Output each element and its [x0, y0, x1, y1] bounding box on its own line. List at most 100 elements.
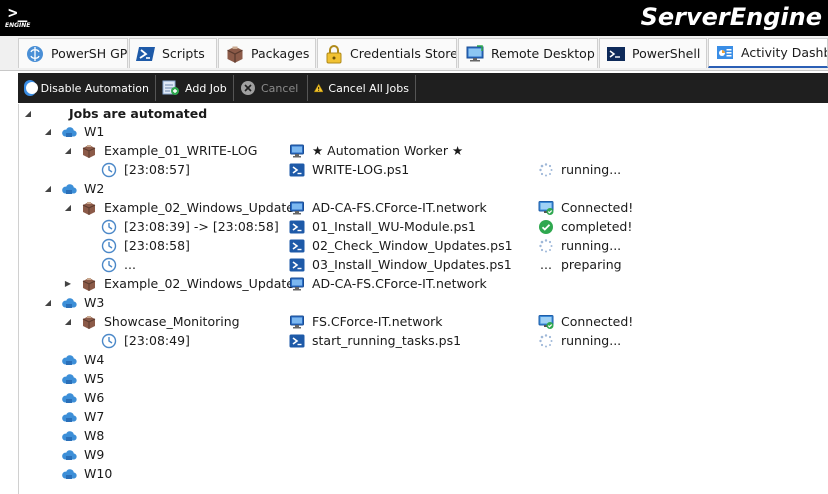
expand-arrow-icon[interactable]: ◢	[43, 122, 53, 141]
job-target: AD-CA-FS.CForce-IT.network	[312, 200, 487, 215]
tab-packages[interactable]: Packages	[218, 38, 316, 68]
disable-automation-toggle[interactable]: Disable Automation	[18, 75, 156, 101]
task-time: [23:08:39] -> [23:08:58]	[124, 219, 279, 234]
worker-row-w9[interactable]: W9	[19, 445, 828, 464]
powershell-prompt-icon: >_	[8, 3, 28, 22]
expand-arrow-icon[interactable]: ◢	[63, 141, 73, 160]
clock-icon	[101, 257, 117, 273]
worker-row-w1[interactable]: ◢ W1	[19, 122, 828, 141]
job-row[interactable]: ◢ Example_01_WRITE-LOG ★ Automation Work…	[19, 141, 828, 160]
cancel-button[interactable]: Cancel	[234, 75, 308, 101]
expand-arrow-icon[interactable]: ◢	[63, 198, 73, 217]
job-row[interactable]: ◢ Example_02_Windows_Updates AD-CA-FS.CF…	[19, 198, 828, 217]
job-name: Example_02_Windows_Updates	[104, 276, 301, 291]
task-status: running...	[561, 238, 622, 253]
tab-label: Scripts	[162, 46, 205, 61]
add-job-button[interactable]: Add Job	[156, 75, 234, 101]
tab-activity-dashboard[interactable]: Activity Dashbo	[708, 38, 828, 68]
task-row[interactable]: ... 03_Install_Window_Updates.ps1 ... pr…	[19, 255, 828, 274]
worker-row-w5[interactable]: W5	[19, 369, 828, 388]
tab-label: Packages	[251, 46, 310, 61]
task-time: ...	[124, 257, 136, 272]
powershell-script-icon	[289, 219, 305, 235]
worker-label: W7	[84, 409, 105, 424]
worker-label: W5	[84, 371, 105, 386]
expand-arrow-icon[interactable]: ◢	[43, 293, 53, 312]
task-time: [23:08:49]	[124, 333, 190, 348]
clock-icon	[101, 333, 117, 349]
job-row[interactable]: ▶ Example_02_Windows_Updates AD-CA-FS.CF…	[19, 274, 828, 293]
brain-icon	[27, 45, 43, 62]
powershell-script-icon	[289, 238, 305, 254]
expand-arrow-icon[interactable]: ◢	[23, 104, 33, 123]
add-job-icon	[162, 80, 179, 95]
job-row[interactable]: ◢ Showcase_Monitoring FS.CForce-IT.netwo…	[19, 312, 828, 331]
worker-label: W9	[84, 447, 105, 462]
tab-label: Activity Dashbo	[741, 45, 827, 60]
app-logo: >_ ENGINE	[4, 3, 30, 33]
package-icon	[225, 44, 245, 64]
cloud-worker-icon	[61, 371, 77, 387]
task-time: [23:08:57]	[124, 162, 190, 177]
brand-logo: ServerEngine	[640, 3, 822, 31]
job-name: Example_02_Windows_Updates	[104, 200, 301, 215]
tab-powersh-gpt[interactable]: PowerSH GPT	[18, 38, 128, 68]
clock-icon	[101, 219, 117, 235]
task-row[interactable]: [23:08:57] WRITE-LOG.ps1 running...	[19, 160, 828, 179]
task-status: running...	[561, 333, 622, 348]
worker-label: W6	[84, 390, 105, 405]
task-row[interactable]: [23:08:49] start_running_tasks.ps1 runni…	[19, 331, 828, 350]
connected-icon	[538, 200, 554, 216]
job-target: AD-CA-FS.CForce-IT.network	[312, 276, 487, 291]
worker-row-w2[interactable]: ◢ W2	[19, 179, 828, 198]
worker-row-w6[interactable]: W6	[19, 388, 828, 407]
worker-label: W1	[84, 124, 105, 139]
collapse-arrow-icon[interactable]: ▶	[63, 274, 73, 293]
package-icon	[81, 314, 97, 330]
tab-remote-desktop[interactable]: Remote Desktop	[458, 38, 598, 68]
worker-row-w8[interactable]: W8	[19, 426, 828, 445]
spinner-icon	[538, 238, 554, 254]
task-script: 01_Install_WU-Module.ps1	[312, 219, 476, 234]
worker-label: W4	[84, 352, 105, 367]
expand-arrow-icon[interactable]: ◢	[43, 179, 53, 198]
expand-arrow-icon[interactable]: ◢	[63, 312, 73, 331]
job-name: Example_01_WRITE-LOG	[104, 143, 258, 158]
tab-label: Remote Desktop	[491, 46, 595, 61]
cloud-worker-icon	[61, 124, 77, 140]
task-row[interactable]: [23:08:39] -> [23:08:58] 01_Install_WU-M…	[19, 217, 828, 236]
tab-scripts[interactable]: Scripts	[129, 38, 217, 68]
powershell-script-icon	[289, 162, 305, 178]
tree-root-row[interactable]: ◢ Jobs are automated	[19, 104, 828, 123]
worker-row-w7[interactable]: W7	[19, 407, 828, 426]
cancel-icon	[241, 81, 255, 95]
task-script: WRITE-LOG.ps1	[312, 162, 410, 177]
tab-powershell[interactable]: PowerShell	[599, 38, 707, 68]
cloud-worker-icon	[61, 181, 77, 197]
toolbar: Disable Automation Add Job Cancel Cancel…	[18, 73, 828, 103]
cancel-all-jobs-button[interactable]: Cancel All Jobs	[308, 75, 416, 101]
remote-desktop-icon	[466, 44, 484, 61]
add-job-label: Add Job	[185, 81, 227, 95]
clock-icon	[101, 238, 117, 254]
tree-root-label: Jobs are automated	[69, 106, 208, 121]
job-target: ★ Automation Worker ★	[312, 143, 464, 158]
cancel-all-jobs-label: Cancel All Jobs	[328, 81, 409, 95]
cloud-worker-icon	[61, 428, 77, 444]
worker-row-w4[interactable]: W4	[19, 350, 828, 369]
worker-row-w3[interactable]: ◢ W3	[19, 293, 828, 312]
task-time: [23:08:58]	[124, 238, 190, 253]
connected-icon	[538, 314, 554, 330]
task-row[interactable]: [23:08:58] 02_Check_Window_Updates.ps1 r…	[19, 236, 828, 255]
tab-bar: PowerSH GPT Scripts Packages Credentials…	[0, 36, 828, 71]
toggle-switch-icon	[24, 80, 38, 96]
cloud-worker-icon	[61, 409, 77, 425]
warning-icon	[314, 83, 324, 93]
cloud-worker-icon	[61, 352, 77, 368]
worker-row-w10[interactable]: W10	[19, 464, 828, 483]
cloud-worker-icon	[61, 390, 77, 406]
tab-credentials-store[interactable]: Credentials Store	[317, 38, 457, 68]
task-script: 03_Install_Window_Updates.ps1	[312, 257, 512, 272]
app-logo-text: ENGINE	[5, 22, 31, 29]
dashboard-icon	[717, 45, 733, 59]
